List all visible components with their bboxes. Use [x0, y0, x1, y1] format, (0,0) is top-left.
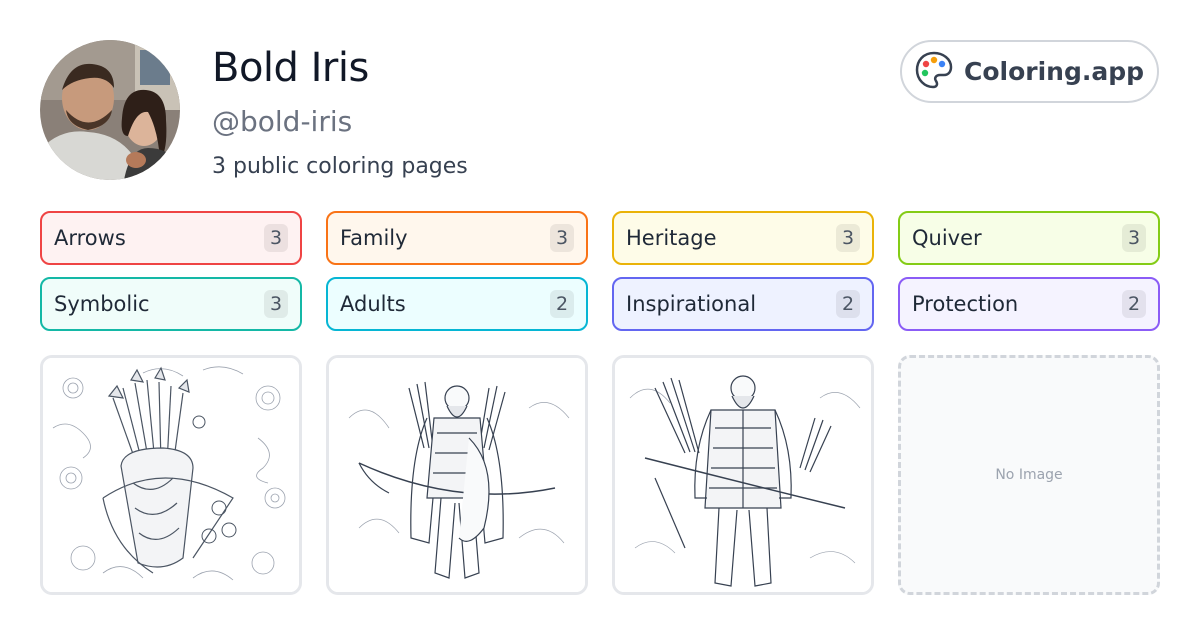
page-count: 3 public coloring pages — [212, 154, 468, 179]
brand-badge[interactable]: Coloring.app — [900, 40, 1159, 103]
tag-label: Quiver — [912, 226, 982, 250]
coloring-page-thumbnail — [329, 358, 585, 592]
tag-count: 3 — [836, 224, 860, 252]
coloring-page-card[interactable] — [326, 355, 588, 595]
tag-adults[interactable]: Adults 2 — [326, 277, 588, 331]
profile-name: Bold Iris — [212, 45, 369, 91]
tag-quiver[interactable]: Quiver 3 — [898, 211, 1160, 265]
avatar — [40, 40, 180, 180]
tag-heritage[interactable]: Heritage 3 — [612, 211, 874, 265]
tag-list: Arrows 3 Family 3 Heritage 3 Quiver 3 Sy… — [40, 211, 1160, 331]
coloring-page-card[interactable] — [40, 355, 302, 595]
coloring-page-grid: No Image — [40, 355, 1160, 595]
tag-count: 2 — [836, 290, 860, 318]
profile-handle: @bold-iris — [212, 105, 353, 138]
tag-arrows[interactable]: Arrows 3 — [40, 211, 302, 265]
tag-label: Protection — [912, 292, 1019, 316]
tag-symbolic[interactable]: Symbolic 3 — [40, 277, 302, 331]
tag-inspirational[interactable]: Inspirational 2 — [612, 277, 874, 331]
tag-count: 3 — [1122, 224, 1146, 252]
palette-icon — [914, 50, 954, 94]
tag-label: Inspirational — [626, 292, 757, 316]
tag-protection[interactable]: Protection 2 — [898, 277, 1160, 331]
tag-count: 2 — [1122, 290, 1146, 318]
no-image-placeholder: No Image — [995, 467, 1063, 483]
tag-count: 2 — [550, 290, 574, 318]
coloring-page-thumbnail — [615, 358, 871, 592]
tag-label: Family — [340, 226, 408, 250]
tag-count: 3 — [264, 224, 288, 252]
tag-label: Heritage — [626, 226, 717, 250]
tag-count: 3 — [264, 290, 288, 318]
coloring-page-card-empty[interactable]: No Image — [898, 355, 1160, 595]
tag-count: 3 — [550, 224, 574, 252]
coloring-page-thumbnail — [43, 358, 299, 592]
tag-label: Symbolic — [54, 292, 150, 316]
brand-label: Coloring.app — [964, 57, 1145, 86]
tag-family[interactable]: Family 3 — [326, 211, 588, 265]
tag-label: Adults — [340, 292, 406, 316]
coloring-page-card[interactable] — [612, 355, 874, 595]
tag-label: Arrows — [54, 226, 126, 250]
